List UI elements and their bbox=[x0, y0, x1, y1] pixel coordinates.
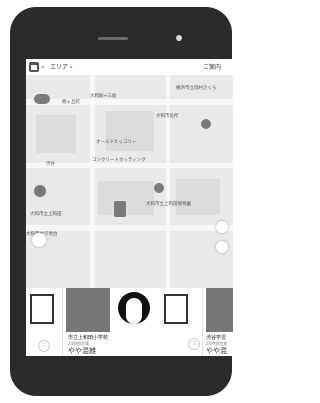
exit-icon bbox=[164, 294, 188, 324]
chevron-down-icon[interactable]: ⌄ bbox=[40, 62, 46, 70]
list-icon[interactable] bbox=[216, 221, 228, 233]
map-label: 横浜市立岡村さくら bbox=[176, 86, 217, 91]
card-title: 渋谷学習 bbox=[206, 335, 227, 341]
map-road bbox=[90, 75, 95, 288]
info-pin-icon[interactable] bbox=[34, 185, 46, 197]
home-icon[interactable] bbox=[29, 62, 39, 72]
map-road bbox=[26, 163, 233, 168]
map-road bbox=[166, 75, 170, 288]
map-label: 渋谷 bbox=[46, 162, 55, 167]
map-block bbox=[98, 181, 154, 215]
exit-icon bbox=[30, 294, 54, 324]
result-card[interactable]: ♡ 市立上和田小学校 24時間営業 やや混雑 bbox=[66, 288, 203, 356]
result-card[interactable]: ♡ bbox=[26, 288, 63, 356]
user-icon[interactable] bbox=[32, 233, 46, 247]
map-label: オールドヒッコリー bbox=[96, 140, 137, 145]
shop-pin-icon[interactable] bbox=[201, 119, 211, 129]
map-block bbox=[106, 111, 154, 151]
map-label: 大和市役所 bbox=[156, 114, 179, 119]
closed-pin-icon[interactable] bbox=[34, 94, 50, 104]
map-label: 大和市立上和田 bbox=[30, 212, 62, 217]
card-status: やや混 bbox=[206, 347, 227, 355]
emblem bbox=[112, 288, 156, 332]
heart-icon[interactable]: ♡ bbox=[188, 338, 200, 350]
toilet-pin-icon[interactable] bbox=[114, 201, 126, 217]
camera bbox=[176, 35, 182, 41]
map-label: 桐ヶ丘町 bbox=[62, 100, 80, 105]
card-title: 市立上和田小学校 bbox=[68, 335, 109, 341]
locate-arrow-icon[interactable] bbox=[216, 241, 228, 253]
school-photo bbox=[206, 288, 233, 332]
area-label[interactable]: エリア bbox=[50, 62, 68, 71]
map-road bbox=[26, 99, 233, 105]
info-label[interactable]: ご案内 bbox=[203, 62, 221, 71]
shop-pin-icon[interactable] bbox=[154, 183, 164, 193]
emblem-center bbox=[126, 298, 142, 324]
map[interactable]: 大和駅+三角 大和市役所 オールドヒッコリー コンクリートカッティング 大和市立… bbox=[26, 75, 233, 288]
card-status: やや混雑 bbox=[68, 347, 96, 355]
results-carousel[interactable]: ♡ ♡ 市立上和田小学校 24時間営業 やや混雑 渋谷学習 24時間営業 やや混 bbox=[26, 288, 233, 356]
chevron-down-icon[interactable]: ⌄ bbox=[68, 62, 74, 70]
map-block bbox=[36, 115, 76, 153]
app-screen: ⌄ エリア ⌄ ご案内 大和駅+三角 大和市役所 オールドヒッコリー コンクリー… bbox=[26, 59, 233, 356]
school-photo bbox=[66, 288, 110, 332]
result-card[interactable]: 渋谷学習 24時間営業 やや混 bbox=[206, 288, 233, 356]
map-label: コンクリートカッティング bbox=[92, 158, 146, 163]
heart-icon[interactable]: ♡ bbox=[38, 340, 50, 352]
map-label: 大和市立上和田保育園 bbox=[146, 202, 191, 207]
speaker bbox=[98, 37, 128, 40]
top-bar: ⌄ エリア ⌄ ご案内 bbox=[26, 59, 233, 75]
map-label: 大和駅+三角 bbox=[90, 94, 117, 99]
map-block bbox=[176, 179, 220, 215]
